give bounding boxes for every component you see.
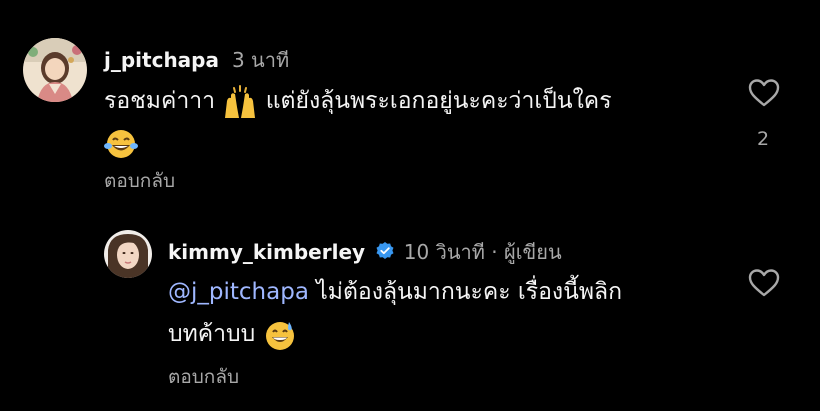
comment-text-part1: รอชมค่าาา [104, 88, 223, 114]
reply-text-line2: บทค้าบบ [168, 321, 263, 347]
comment-text: รอชมค่าาา แต่ยังลุ้นพระเอกอยู่นะคะว่าเป็… [104, 80, 714, 164]
reply-text: @j_pitchapa ไม่ต้องลุ้นมากนะคะ เรื่องนี้… [168, 271, 708, 355]
like-count: 2 [757, 128, 770, 150]
comment-time: 3 นาที [231, 48, 290, 72]
mention-link[interactable]: @j_pitchapa [168, 279, 309, 305]
raising-hands-icon [222, 84, 258, 119]
reply-username[interactable]: kimmy_kimberley [168, 240, 365, 264]
face-with-tears-of-joy-icon [104, 128, 138, 160]
reply-button[interactable]: ตอบกลับ [168, 362, 239, 392]
comment-text-part2: แต่ยังลุ้นพระเอกอยู่นะคะว่าเป็นใคร [258, 88, 612, 114]
heart-icon[interactable] [748, 78, 780, 112]
author-label: ผู้เขียน [504, 240, 562, 264]
grinning-face-with-sweat-icon [263, 319, 297, 351]
verified-badge-icon [375, 241, 395, 266]
reply-button[interactable]: ตอบกลับ [104, 166, 175, 196]
reply-time: 10 วินาที [403, 240, 485, 264]
separator-dot: · [491, 240, 498, 264]
avatar[interactable] [23, 38, 87, 102]
reply-header: kimmy_kimberley 10 วินาที · ผู้เขียน [168, 236, 562, 268]
heart-icon[interactable] [748, 268, 780, 302]
username-text[interactable]: j_pitchapa [104, 48, 219, 72]
reply-text-line1: ไม่ต้องลุ้นมากนะคะ เรื่องนี้พลิก [308, 279, 623, 305]
reply-avatar[interactable] [104, 230, 152, 278]
comment-username[interactable]: j_pitchapa 3 นาที [104, 44, 289, 76]
